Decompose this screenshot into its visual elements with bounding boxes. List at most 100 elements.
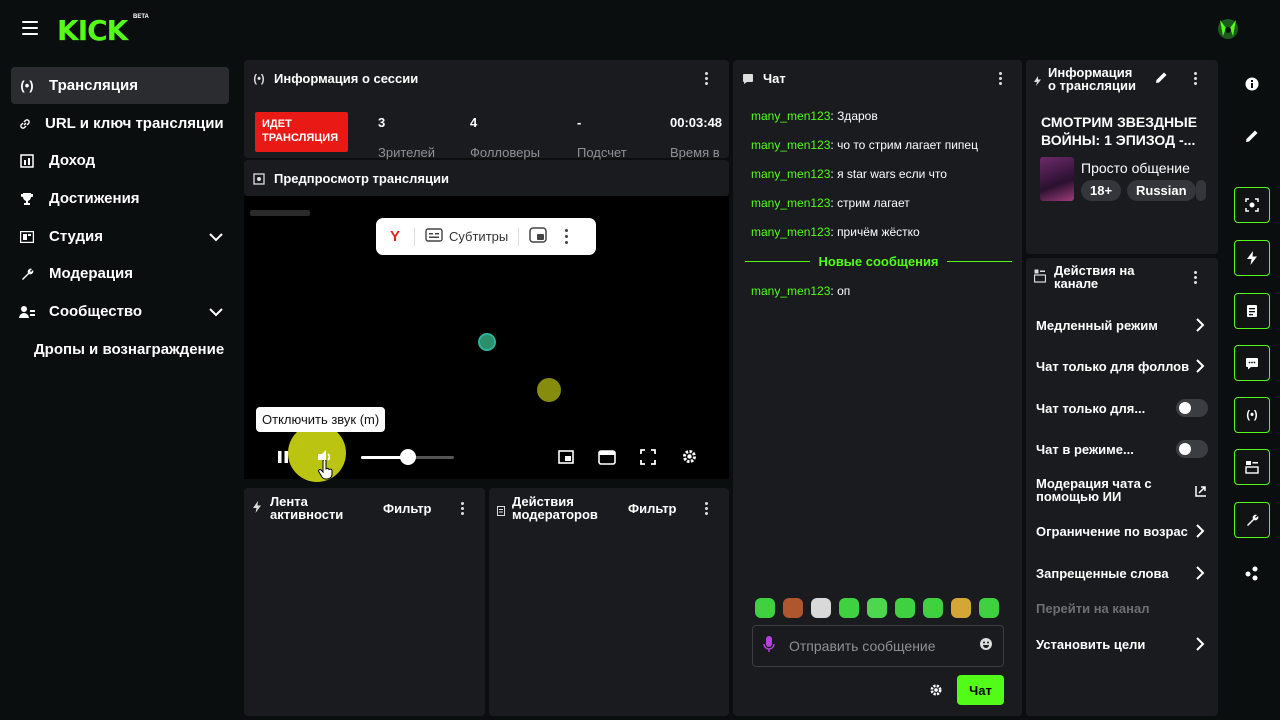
pencil-icon[interactable] (1234, 118, 1270, 154)
channel-actions-menu-button[interactable] (1187, 269, 1203, 285)
tag-pill[interactable]: 18+ (1081, 180, 1122, 201)
preview-title-text: Предпросмотр трансляции (274, 171, 449, 186)
broadcast-icon[interactable]: (•) (1234, 397, 1270, 433)
chevron-right-icon[interactable] (1195, 566, 1205, 580)
chevron-right-icon[interactable] (1195, 637, 1205, 651)
layout-icon (1033, 269, 1047, 288)
session-info-title-text: Информация о сессии (274, 71, 419, 86)
chat-icon[interactable] (1234, 345, 1270, 381)
subtitles-button[interactable]: Субтитры (425, 228, 508, 245)
chat-menu-button[interactable] (992, 70, 1008, 86)
banned-words-item[interactable]: Запрещенные слова (1036, 566, 1169, 581)
info-icon[interactable] (1234, 66, 1270, 102)
session-info-title: (•) Информация о сессии (252, 71, 418, 86)
emote-icon[interactable] (895, 598, 915, 618)
chevron-down-icon[interactable] (209, 304, 223, 317)
sidebar-item-community[interactable]: Сообщество (11, 293, 229, 330)
slow-mode-item[interactable]: Медленный режим (1036, 318, 1158, 333)
emote-only-toggle[interactable] (1176, 440, 1208, 458)
pause-button[interactable] (275, 449, 291, 470)
emoji-icon[interactable] (979, 637, 993, 656)
emote-icon[interactable] (783, 598, 803, 618)
theater-mode-icon[interactable] (598, 448, 616, 471)
broadcast-icon: (•) (20, 78, 34, 93)
sidebar-item-broadcast[interactable]: (•) Трансляция (11, 67, 229, 104)
chevron-right-icon[interactable] (1195, 524, 1205, 538)
volume-slider-handle[interactable] (399, 449, 416, 465)
chat-username[interactable]: many_men123 (751, 196, 830, 210)
settings-gear-icon[interactable] (681, 448, 698, 470)
subtitles-icon (425, 228, 443, 245)
edit-pencil-icon[interactable] (1155, 71, 1168, 89)
age-restriction-item[interactable]: Ограничение по возрас (1036, 524, 1189, 539)
link-icon (17, 116, 33, 132)
activity-filter-button[interactable]: Фильтр (383, 501, 432, 516)
bolt-icon[interactable] (1234, 240, 1270, 276)
studio-icon (19, 229, 35, 245)
stream-info-menu-button[interactable] (1187, 70, 1203, 86)
emote-icon[interactable] (867, 598, 887, 618)
ai-moderation-item[interactable]: Модерация чата с помощью ИИ (1036, 477, 1152, 503)
divider-line (946, 260, 1013, 262)
subscribers-only-toggle[interactable] (1176, 399, 1208, 417)
set-goals-item[interactable]: Установить цели (1036, 637, 1145, 652)
chat-input[interactable]: Отправить сообщение (752, 625, 1004, 667)
mod-actions-menu-button[interactable] (698, 500, 714, 516)
emote-icon[interactable] (951, 598, 971, 618)
video-extension-toolbar: Y Субтитры (376, 218, 596, 255)
sidebar-item-revenue[interactable]: Доход (11, 142, 229, 179)
tag-pill[interactable]: Russian (1127, 180, 1196, 201)
emote-icon[interactable] (811, 598, 831, 618)
dots-icon[interactable] (1234, 555, 1270, 591)
chat-username[interactable]: many_men123 (751, 109, 830, 123)
new-messages-label: Новые сообщения (818, 253, 939, 269)
chevron-right-icon[interactable] (1195, 318, 1205, 332)
session-info-menu-button[interactable] (698, 70, 714, 86)
wrench-icon[interactable] (1234, 502, 1270, 538)
user-avatar[interactable] (1213, 14, 1243, 44)
notes-icon[interactable] (1234, 293, 1270, 329)
mod-actions-filter-button[interactable]: Фильтр (628, 501, 677, 516)
emote-icon[interactable] (923, 598, 943, 618)
sidebar-item-drops[interactable]: Дропы и вознаграждение (34, 341, 224, 358)
chat-send-button[interactable]: Чат (957, 675, 1004, 705)
chat-username[interactable]: many_men123 (751, 138, 830, 152)
chat-username[interactable]: many_men123 (751, 284, 830, 298)
followers-label: Фолловеры (470, 145, 540, 160)
sidebar-item-label: Трансляция (49, 77, 138, 94)
followers-count: 4 (470, 115, 478, 130)
pip-icon[interactable] (529, 227, 547, 246)
sidebar-item-moderation[interactable]: Модерация (11, 255, 229, 292)
chat-settings-icon[interactable] (929, 683, 943, 697)
sidebar-item-url-key[interactable]: URL и ключ трансляции (11, 105, 229, 142)
chevron-right-icon[interactable] (1195, 359, 1205, 373)
chart-icon (19, 153, 35, 169)
kick-logo[interactable]: KICK (57, 14, 128, 47)
chat-username[interactable]: many_men123 (751, 225, 830, 239)
ai-moderation-line2: помощью ИИ (1036, 489, 1122, 504)
camera-icon[interactable] (1234, 187, 1270, 223)
followers-only-chat-item[interactable]: Чат только для фоллов (1036, 359, 1189, 374)
microphone-icon[interactable] (763, 635, 775, 658)
toolbar-more-icon[interactable] (565, 229, 569, 244)
layout-icon[interactable] (1234, 449, 1270, 485)
viewers-count: 3 (378, 115, 386, 130)
external-link-icon[interactable] (1195, 484, 1207, 502)
category-name[interactable]: Просто общение (1081, 160, 1190, 176)
sidebar-item-label: URL и ключ трансляции (45, 115, 224, 132)
chat-message: many_men123: я star wars если что (751, 167, 947, 181)
emote-icon[interactable] (755, 598, 775, 618)
miniplayer-icon[interactable] (558, 449, 574, 470)
emote-icon[interactable] (839, 598, 859, 618)
chat-username[interactable]: many_men123 (751, 167, 830, 181)
category-thumbnail[interactable] (1040, 157, 1074, 201)
sidebar-item-achievements[interactable]: Достижения (11, 180, 229, 217)
fullscreen-icon[interactable] (640, 449, 656, 470)
chevron-down-icon[interactable] (209, 229, 223, 242)
yandex-icon[interactable]: Y (386, 228, 404, 245)
emote-icon[interactable] (979, 598, 999, 618)
go-to-channel-item: Перейти на канал (1036, 601, 1150, 616)
menu-button[interactable] (22, 21, 38, 35)
sidebar-item-studio[interactable]: Студия (11, 218, 229, 255)
activity-menu-button[interactable] (454, 500, 470, 516)
